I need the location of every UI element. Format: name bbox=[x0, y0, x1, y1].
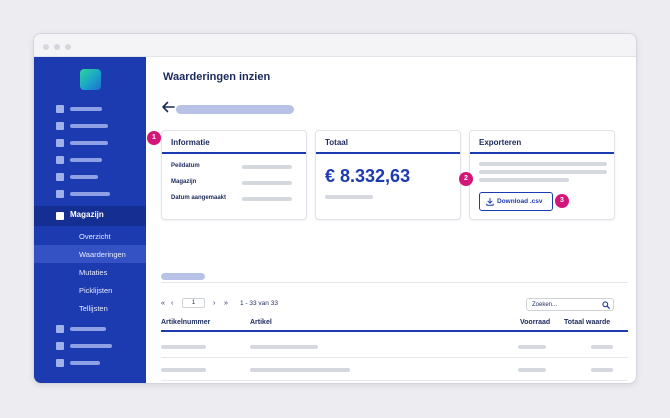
card-divider bbox=[470, 152, 614, 154]
cell-placeholder bbox=[161, 345, 206, 349]
sidebar-item-icon bbox=[56, 190, 64, 198]
sidebar-item-label-placeholder bbox=[70, 107, 102, 111]
info-card-title: Informatie bbox=[171, 138, 210, 147]
sidebar-item-label-placeholder bbox=[70, 124, 108, 128]
sidebar-subitem-picklijsten[interactable]: Picklijsten bbox=[34, 281, 146, 299]
window-close-dot[interactable] bbox=[43, 44, 49, 50]
export-card: Exporteren Download .csv bbox=[469, 130, 615, 220]
sidebar-item-magazijn[interactable]: Magazijn bbox=[34, 206, 146, 226]
sidebar-item-icon bbox=[56, 325, 64, 333]
export-card-title: Exporteren bbox=[479, 138, 522, 147]
app-window: Magazijn Overzicht Waarderingen Mutaties… bbox=[33, 33, 637, 384]
window-titlebar bbox=[34, 34, 636, 57]
table-header-divider bbox=[161, 330, 628, 332]
sidebar-subitem-waarderingen[interactable]: Waarderingen bbox=[34, 245, 146, 263]
section-divider bbox=[161, 282, 628, 283]
sidebar-item-icon bbox=[56, 342, 64, 350]
window-minimize-dot[interactable] bbox=[54, 44, 60, 50]
info-value-placeholder bbox=[242, 165, 292, 169]
download-icon bbox=[486, 198, 494, 206]
total-value: € 8.332,63 bbox=[325, 166, 411, 186]
sidebar-item-icon bbox=[56, 139, 64, 147]
export-text-placeholder bbox=[479, 162, 607, 166]
row-divider bbox=[161, 380, 628, 381]
window-maximize-dot[interactable] bbox=[65, 44, 71, 50]
info-label-magazijn: Magazijn bbox=[171, 179, 197, 185]
section-heading-placeholder bbox=[161, 273, 205, 280]
info-label-datum-aangemaakt: Datum aangemaakt bbox=[171, 195, 227, 201]
sidebar-item-label-placeholder bbox=[70, 344, 112, 348]
info-card: Informatie Peildatum Magazijn Datum aang… bbox=[161, 130, 307, 220]
total-card-title: Totaal bbox=[325, 138, 348, 147]
sidebar-item-icon bbox=[56, 156, 64, 164]
sidebar-subitem-label: Waarderingen bbox=[79, 250, 126, 259]
total-card: Totaal € 8.332,63 bbox=[315, 130, 461, 220]
page-title: Waarderingen inzien bbox=[163, 71, 271, 83]
pagination-prev-button[interactable]: ‹ bbox=[171, 300, 173, 307]
cell-placeholder bbox=[591, 345, 613, 349]
sidebar-item-label-placeholder bbox=[70, 175, 98, 179]
pagination-last-button[interactable]: » bbox=[224, 300, 228, 307]
card-divider bbox=[316, 152, 460, 154]
pagination-next-button[interactable]: › bbox=[213, 300, 215, 307]
sidebar-item-label: Magazijn bbox=[70, 210, 104, 219]
sidebar-item-label-placeholder bbox=[70, 141, 108, 145]
sidebar-item-label-placeholder bbox=[70, 327, 106, 331]
search-icon[interactable] bbox=[602, 301, 610, 309]
step-badge-3: 3 bbox=[555, 194, 569, 208]
cell-placeholder bbox=[250, 368, 350, 372]
arrow-left-icon[interactable] bbox=[161, 101, 175, 113]
main-content: Waarderingen inzien Informatie Peildatum… bbox=[146, 57, 636, 383]
sidebar-subitem-label: Picklijsten bbox=[79, 286, 113, 295]
column-header-voorraad[interactable]: Voorraad bbox=[520, 319, 550, 326]
cell-placeholder bbox=[518, 368, 546, 372]
info-label-peildatum: Peildatum bbox=[171, 163, 200, 169]
app-logo[interactable] bbox=[80, 69, 101, 90]
column-header-artikelnummer[interactable]: Artikelnummer bbox=[161, 319, 210, 326]
sidebar-item-label-placeholder bbox=[70, 361, 100, 365]
pagination-page-input[interactable]: 1 bbox=[182, 298, 205, 308]
card-divider bbox=[162, 152, 306, 154]
step-badge-2: 2 bbox=[459, 172, 473, 186]
column-header-artikel[interactable]: Artikel bbox=[250, 319, 272, 326]
info-value-placeholder bbox=[242, 197, 292, 201]
sidebar-subitem-label: Overzicht bbox=[79, 232, 111, 241]
cell-placeholder bbox=[161, 368, 206, 372]
sidebar-item-icon bbox=[56, 359, 64, 367]
pagination-info: 1 - 33 van 33 bbox=[240, 300, 278, 307]
sidebar-item-icon bbox=[56, 105, 64, 113]
sidebar-item-icon bbox=[56, 173, 64, 181]
download-button-label: Download .csv bbox=[497, 198, 543, 205]
search-placeholder: Zoeken... bbox=[532, 302, 558, 308]
sidebar: Magazijn Overzicht Waarderingen Mutaties… bbox=[34, 57, 146, 383]
cell-placeholder bbox=[250, 345, 318, 349]
search-input[interactable]: Zoeken... bbox=[526, 298, 614, 311]
download-csv-button[interactable]: Download .csv bbox=[479, 192, 553, 211]
sidebar-item-label-placeholder bbox=[70, 192, 110, 196]
breadcrumb-placeholder[interactable] bbox=[176, 105, 294, 114]
step-badge-1: 1 bbox=[147, 131, 161, 145]
export-text-placeholder bbox=[479, 178, 569, 182]
sidebar-item-icon bbox=[56, 122, 64, 130]
warehouse-icon bbox=[56, 212, 64, 220]
export-text-placeholder bbox=[479, 170, 607, 174]
info-value-placeholder bbox=[242, 181, 292, 185]
row-divider bbox=[161, 357, 628, 358]
cell-placeholder bbox=[518, 345, 546, 349]
total-caption-placeholder bbox=[325, 195, 373, 199]
sidebar-subitem-label: Tellijsten bbox=[79, 304, 108, 313]
pagination-first-button[interactable]: « bbox=[161, 300, 165, 307]
column-header-totaal-waarde[interactable]: Totaal waarde bbox=[564, 319, 610, 326]
cell-placeholder bbox=[591, 368, 613, 372]
sidebar-subitem-label: Mutaties bbox=[79, 268, 108, 277]
sidebar-subitem-mutaties[interactable]: Mutaties bbox=[34, 263, 146, 281]
sidebar-item-label-placeholder bbox=[70, 158, 102, 162]
sidebar-subitem-tellijsten[interactable]: Tellijsten bbox=[34, 299, 146, 317]
sidebar-subitem-overzicht[interactable]: Overzicht bbox=[34, 227, 146, 245]
